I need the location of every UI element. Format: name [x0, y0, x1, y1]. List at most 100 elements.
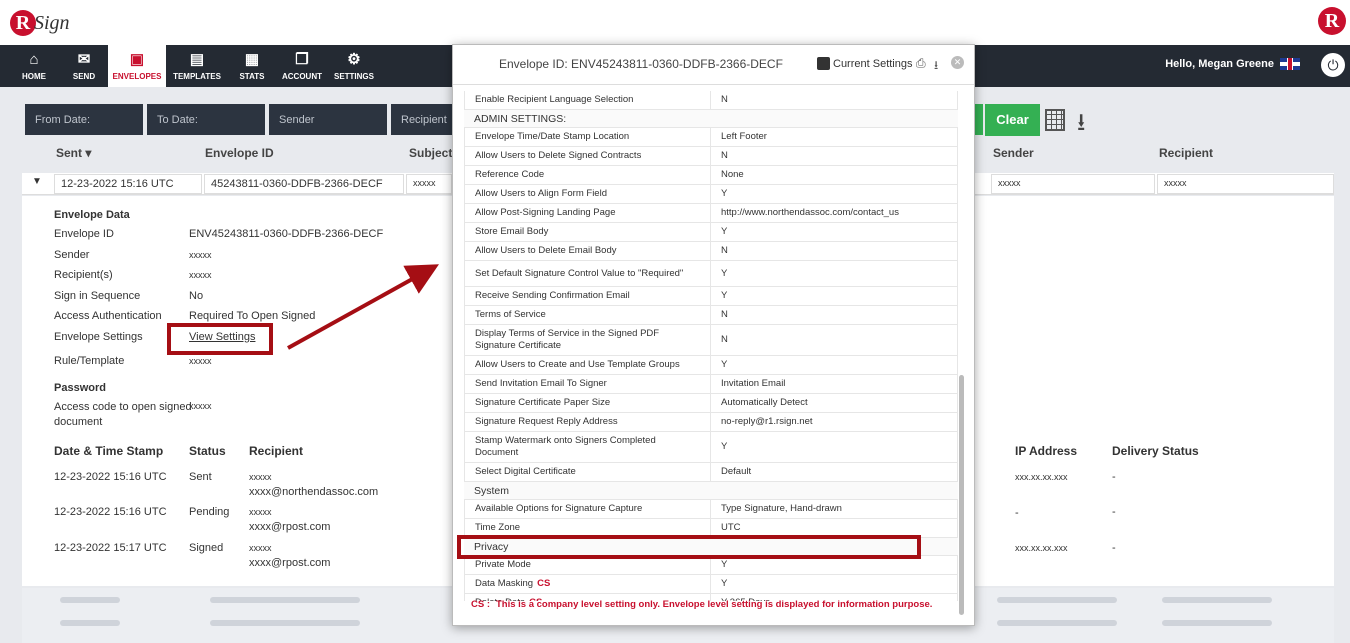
setting-value: N: [711, 306, 958, 324]
col-recipient[interactable]: Recipient: [1159, 146, 1213, 160]
print-icon[interactable]: ⎙: [916, 56, 926, 71]
nav-label: ENVELOPES: [112, 71, 162, 81]
history-delivery: -: [1112, 506, 1116, 518]
setting-value: Left Footer: [711, 128, 958, 146]
history-date: 12-23-2022 15:17 UTC: [54, 542, 167, 554]
nav-label: HOME: [22, 71, 46, 81]
checkbox-icon[interactable]: [817, 57, 830, 70]
history-status: Sent: [189, 471, 212, 483]
settings-row: Enable Recipient Language Selection N: [464, 91, 958, 110]
settings-row: Allow Users to Align Form Field Y: [464, 185, 958, 204]
account-icon: ❐: [295, 50, 309, 68]
access-auth-value: Required To Open Signed: [189, 310, 316, 322]
settings-row: Set Default Signature Control Value to "…: [464, 261, 958, 287]
template-icon: ▤: [189, 50, 205, 68]
settings-row: Send Invitation Email To Signer Invitatio…: [464, 375, 958, 394]
system-title: System: [464, 482, 958, 500]
setting-value: Invitation Email: [711, 375, 958, 393]
settings-row: Allow Post-Signing Landing Page http://ww…: [464, 204, 958, 223]
history-delivery: -: [1112, 542, 1116, 554]
history-recipient-name: xxxxx: [249, 507, 272, 517]
col-sent[interactable]: Sent ▾: [56, 146, 91, 160]
nav-account[interactable]: ❐ ACCOUNT: [279, 45, 325, 87]
nav-label: SETTINGS: [333, 71, 374, 81]
history-status: Signed: [189, 542, 224, 554]
setting-value: Y: [711, 223, 958, 241]
download-icon[interactable]: ⭳: [934, 56, 938, 77]
sender-value: xxxxx: [189, 250, 212, 260]
setting-value: Y: [711, 185, 958, 203]
setting-name: Allow Users to Delete Email Body: [464, 242, 711, 260]
settings-row: Data Masking CS Y: [464, 575, 958, 594]
sender-filter-input[interactable]: Sender: [269, 104, 387, 135]
setting-value: Default: [711, 463, 958, 481]
from-date-input[interactable]: From Date:: [25, 104, 143, 135]
clear-button[interactable]: Clear: [985, 104, 1040, 136]
history-date: 12-23-2022 15:16 UTC: [54, 506, 167, 518]
sign-sequence-value: No: [189, 290, 204, 302]
modal-title: Envelope ID: ENV45243811-0360-DDFB-2366-…: [499, 57, 783, 71]
settings-row: Select Digital Certificate Default: [464, 463, 958, 482]
modal-header: Envelope ID: ENV45243811-0360-DDFB-2366-…: [453, 45, 974, 85]
col-envelope-id[interactable]: Envelope ID: [205, 146, 274, 160]
setting-name: Select Digital Certificate: [464, 463, 711, 481]
setting-value: http://www.northendassoc.com/contact_us: [711, 204, 958, 222]
company-setting-badge: CS: [537, 578, 551, 589]
logo-word: Sign: [34, 11, 70, 34]
col-subject[interactable]: Subject: [409, 146, 452, 160]
nav-envelopes[interactable]: ▣ ENVELOPES: [108, 45, 166, 87]
setting-name: Allow Users to Delete Signed Contracts: [464, 147, 711, 165]
modal-scrollbar[interactable]: [959, 375, 964, 615]
settings-row: Signature Request Reply Address no-reply@…: [464, 413, 958, 432]
setting-name: Reference Code: [464, 166, 711, 184]
nav-templates[interactable]: ▤ TEMPLATES: [170, 45, 224, 87]
recipient-filter-input[interactable]: Recipient: [391, 104, 453, 135]
cell-envelope-id: 45243811-0360-DDFB-2366-DECF: [204, 174, 404, 194]
power-icon[interactable]: ⏻: [1321, 53, 1345, 77]
calculator-icon[interactable]: [1045, 109, 1065, 131]
settings-row: Signature Certificate Paper Size Automati…: [464, 394, 958, 413]
setting-name: Stamp Watermark onto Signers Completed D…: [464, 432, 711, 462]
admin-settings-title: ADMIN SETTINGS:: [464, 110, 958, 128]
setting-value: Type Signature, Hand-drawn: [711, 500, 958, 518]
envelope-data-title: Envelope Data: [54, 209, 130, 221]
setting-value: N: [711, 325, 958, 355]
nav-send[interactable]: ✉ SEND: [62, 45, 106, 87]
setting-name: Data Masking CS: [464, 575, 711, 593]
home-icon: ⌂: [29, 50, 39, 68]
close-icon[interactable]: ✕: [951, 56, 964, 69]
settings-row: Display Terms of Service in the Signed P…: [464, 325, 958, 356]
settings-row: Allow Users to Delete Email Body N: [464, 242, 958, 261]
access-code-label: Access code to open signed: [54, 401, 192, 413]
recipients-value: xxxxx: [189, 270, 212, 280]
download-icon[interactable]: ⭳: [1077, 105, 1085, 146]
sender-label: Sender: [54, 249, 90, 261]
nav-stats[interactable]: ▦ STATS: [230, 45, 274, 87]
setting-name: Signature Certificate Paper Size: [464, 394, 711, 412]
settings-row: Terms of Service N: [464, 306, 958, 325]
search-button-edge[interactable]: [975, 104, 983, 135]
inbox-icon: ▣: [129, 50, 145, 68]
col-sender[interactable]: Sender: [993, 146, 1034, 160]
settings-row: Envelope Time/Date Stamp Location Left Fo…: [464, 128, 958, 147]
setting-value: N: [711, 242, 958, 260]
to-date-input[interactable]: To Date:: [147, 104, 265, 135]
uk-flag-icon[interactable]: [1280, 58, 1300, 70]
history-date: 12-23-2022 15:16 UTC: [54, 471, 167, 483]
nav-settings[interactable]: ⚙ SETTINGS: [331, 45, 377, 87]
access-code-label-cont: document: [54, 416, 103, 428]
nav-home[interactable]: ⌂ HOME: [12, 45, 56, 87]
collapse-icon[interactable]: ▼: [32, 176, 42, 187]
current-settings-toggle[interactable]: Current Settings: [817, 57, 912, 70]
private-mode-highlight: [457, 535, 921, 559]
user-greeting[interactable]: Hello, Megan Greene: [1165, 58, 1300, 70]
setting-value: Y: [711, 575, 958, 593]
rpost-logo: R: [1318, 7, 1346, 35]
nav-label: TEMPLATES: [173, 71, 221, 81]
settings-table: Enable Recipient Language Selection N AD…: [464, 91, 958, 601]
rsign-logo[interactable]: R Sign: [10, 7, 70, 39]
setting-value: Y: [711, 356, 958, 374]
settings-row: Reference Code None: [464, 166, 958, 185]
view-settings-highlight: [167, 323, 273, 355]
envelope-id-value: ENV45243811-0360-DDFB-2366-DECF: [189, 228, 384, 240]
